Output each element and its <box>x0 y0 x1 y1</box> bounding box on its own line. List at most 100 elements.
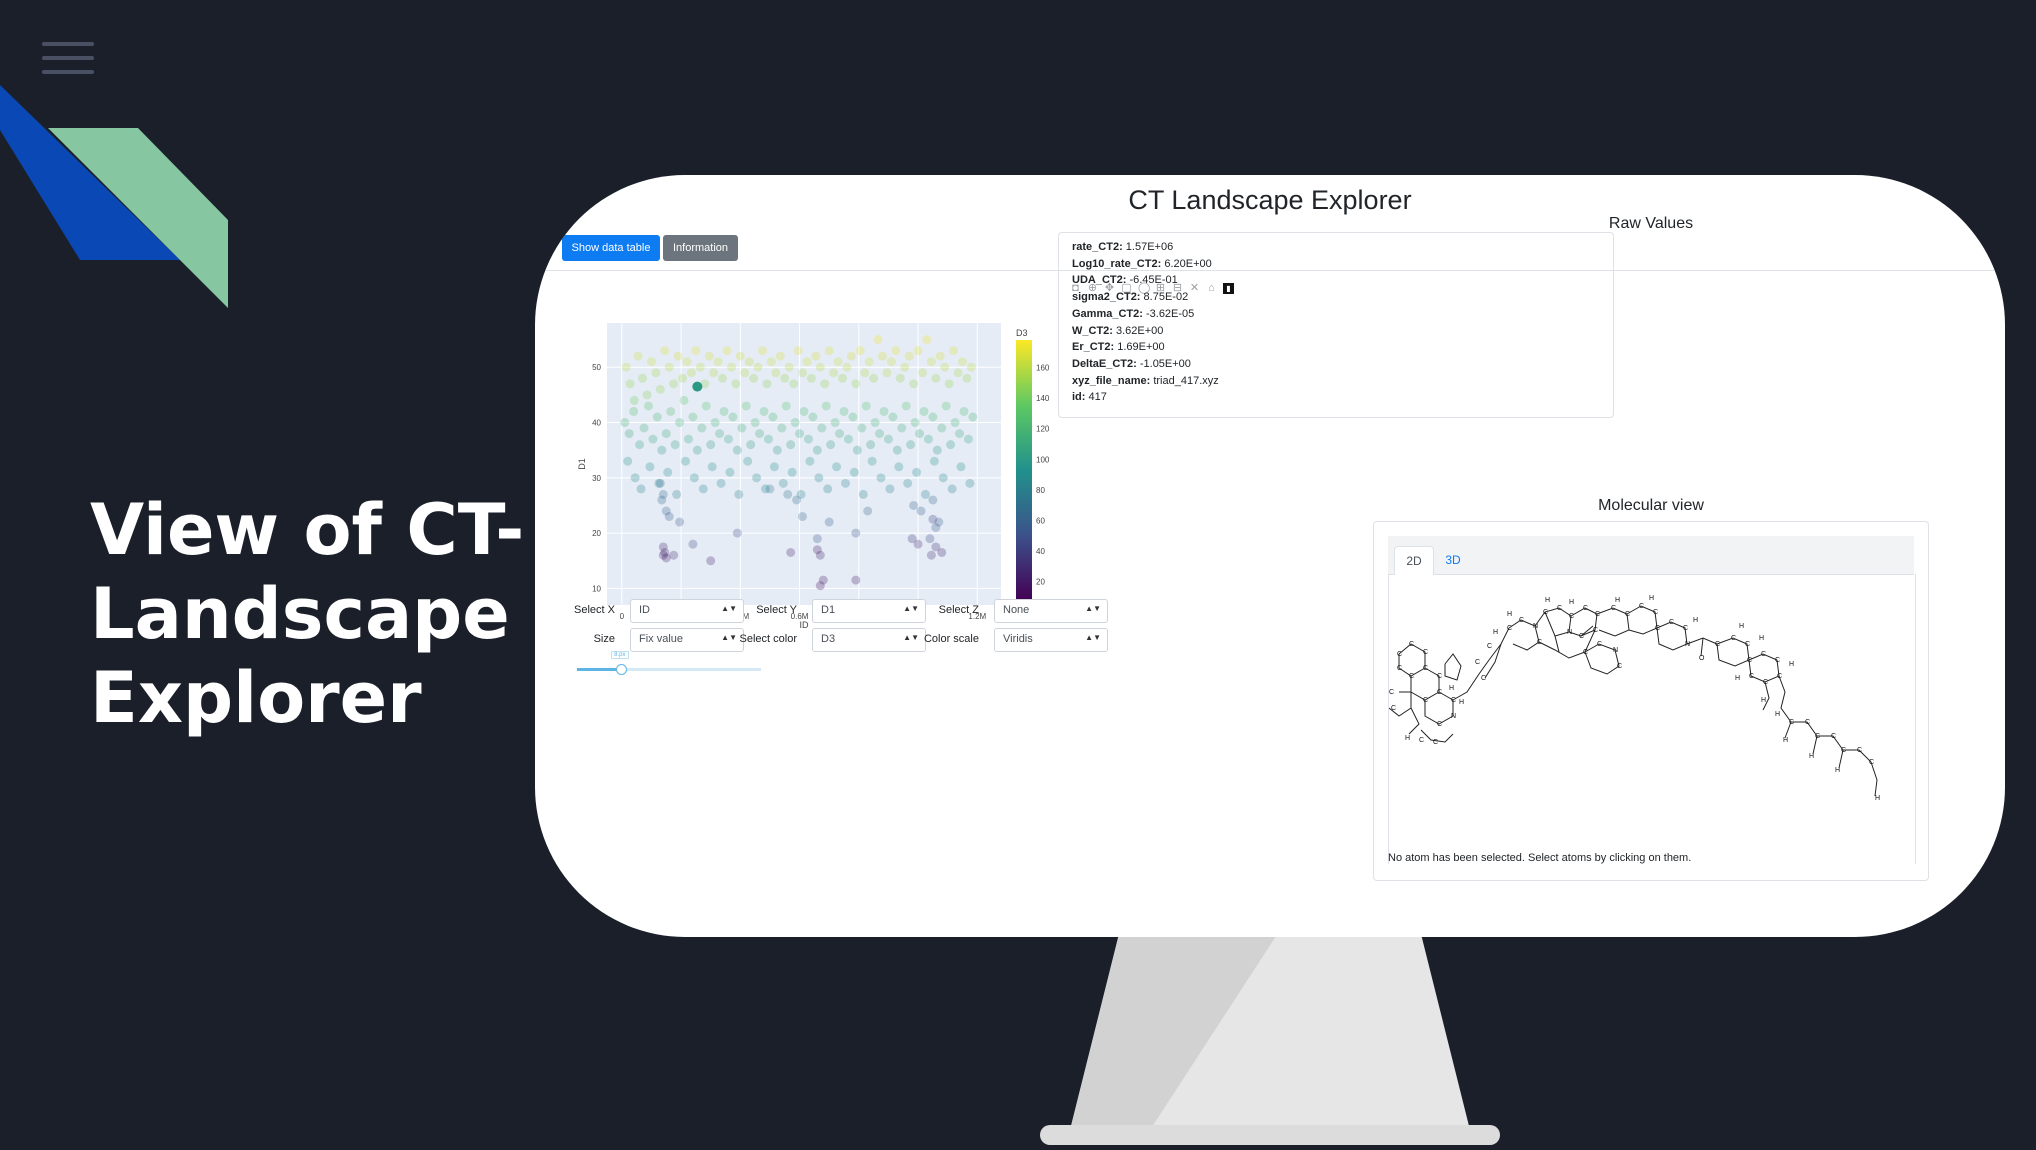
scatter-point[interactable] <box>965 478 975 488</box>
scatter-point[interactable] <box>956 462 966 472</box>
scatter-point[interactable] <box>820 379 830 389</box>
scatter-point[interactable] <box>832 462 842 472</box>
scatter-point[interactable] <box>830 418 840 428</box>
scatter-point[interactable] <box>732 445 742 455</box>
scatter-point[interactable] <box>663 467 673 477</box>
scatter-point[interactable] <box>886 357 896 367</box>
scatter-point[interactable] <box>909 379 919 389</box>
scatter-point[interactable] <box>857 423 867 433</box>
scatter-point[interactable] <box>928 514 938 524</box>
scatter-point[interactable] <box>731 379 741 389</box>
select-z-dropdown[interactable]: None ▲▼ <box>994 599 1108 623</box>
scatter-point[interactable] <box>722 346 732 356</box>
scatter-point[interactable] <box>734 489 744 499</box>
scatter-point[interactable] <box>901 401 911 411</box>
scatter-point[interactable] <box>932 445 942 455</box>
scatter-point[interactable] <box>903 478 913 488</box>
scatter-point[interactable] <box>842 362 852 372</box>
scatter-point[interactable] <box>686 368 696 378</box>
scatter-point[interactable] <box>947 484 957 494</box>
color-scale-dropdown[interactable]: Viridis ▲▼ <box>994 628 1108 652</box>
scatter-point[interactable] <box>851 379 861 389</box>
scatter-point[interactable] <box>781 401 791 411</box>
scatter-point[interactable] <box>931 373 941 383</box>
scatter-point[interactable] <box>735 351 745 361</box>
scatter-point[interactable] <box>882 368 892 378</box>
scatter-point[interactable] <box>639 423 649 433</box>
scatter-point[interactable] <box>740 368 750 378</box>
scatter-point[interactable] <box>950 418 960 428</box>
scatter-point[interactable] <box>746 440 756 450</box>
scatter-point[interactable] <box>888 412 898 422</box>
scatter-point[interactable] <box>682 357 692 367</box>
scatter-point[interactable] <box>938 473 948 483</box>
scatter-point[interactable] <box>962 373 972 383</box>
tab-3d[interactable]: 3D <box>1434 546 1472 574</box>
scatter-point[interactable] <box>869 373 879 383</box>
scatter-point[interactable] <box>851 528 861 538</box>
scatter-point[interactable] <box>935 351 945 361</box>
scatter-point[interactable] <box>666 406 676 416</box>
scatter-point[interactable] <box>642 390 652 400</box>
size-slider[interactable]: 8.px <box>577 651 761 675</box>
scatter-point[interactable] <box>815 550 825 560</box>
scatter-point[interactable] <box>755 429 765 439</box>
scatter-point[interactable] <box>891 346 901 356</box>
scatter-point[interactable] <box>741 401 751 411</box>
scatter-point[interactable] <box>780 373 790 383</box>
scatter-point[interactable] <box>923 434 933 444</box>
scatter-point[interactable] <box>852 445 862 455</box>
scatter-point[interactable] <box>749 373 759 383</box>
scatter-point[interactable] <box>792 495 802 505</box>
scatter-point[interactable] <box>769 462 779 472</box>
scatter-point[interactable] <box>926 550 936 560</box>
scatter-point[interactable] <box>833 357 843 367</box>
scatter-point[interactable] <box>681 456 691 466</box>
scatter-point[interactable] <box>864 357 874 367</box>
scatter-point[interactable] <box>620 418 630 428</box>
scatter-point[interactable] <box>863 506 873 516</box>
molecule-canvas[interactable]: CCCC CCCC CCNC CCNC CCCN CCCC CCNC CCCC … <box>1388 574 1916 864</box>
scatter-point[interactable] <box>753 362 763 372</box>
scatter-point[interactable] <box>838 373 848 383</box>
scatter-point[interactable] <box>955 429 965 439</box>
scatter-point[interactable] <box>633 351 643 361</box>
scatter-point[interactable] <box>798 512 808 522</box>
scatter-point[interactable] <box>966 362 976 372</box>
scatter-point[interactable] <box>906 440 916 450</box>
scatter-point[interactable] <box>867 456 877 466</box>
scatter-point[interactable] <box>672 489 682 499</box>
scatter-point[interactable] <box>646 357 656 367</box>
scatter-point[interactable] <box>848 412 858 422</box>
scatter-point[interactable] <box>688 539 698 549</box>
scatter-point[interactable] <box>658 550 668 560</box>
scatter-point[interactable] <box>695 362 705 372</box>
scatter-point[interactable] <box>664 362 674 372</box>
scatter-point[interactable] <box>629 406 639 416</box>
scatter-point[interactable] <box>883 434 893 444</box>
scatter-point[interactable] <box>784 362 794 372</box>
scatter-point[interactable] <box>940 362 950 372</box>
scatter-point[interactable] <box>912 467 922 477</box>
scatter-point[interactable] <box>744 357 754 367</box>
scatter-point[interactable] <box>876 473 886 483</box>
scatter-point[interactable] <box>937 547 947 557</box>
scatter-point[interactable] <box>655 478 665 488</box>
scatter-point[interactable] <box>765 484 775 494</box>
scatter-point[interactable] <box>778 478 788 488</box>
scatter-point[interactable] <box>789 379 799 389</box>
scatter-point[interactable] <box>762 379 772 389</box>
scatter-point[interactable] <box>752 473 762 483</box>
scatter-point[interactable] <box>635 440 645 450</box>
scatter-point[interactable] <box>692 445 702 455</box>
scatter-point[interactable] <box>808 412 818 422</box>
scatter-point[interactable] <box>710 418 720 428</box>
scatter-point[interactable] <box>777 423 787 433</box>
scatter-point[interactable] <box>897 423 907 433</box>
scatter-point[interactable] <box>638 373 648 383</box>
scatter-point[interactable] <box>688 412 698 422</box>
scatter-point[interactable] <box>968 412 978 422</box>
scatter-point[interactable] <box>707 462 717 472</box>
scatter-point[interactable] <box>928 495 938 505</box>
scatter-point[interactable] <box>885 484 895 494</box>
